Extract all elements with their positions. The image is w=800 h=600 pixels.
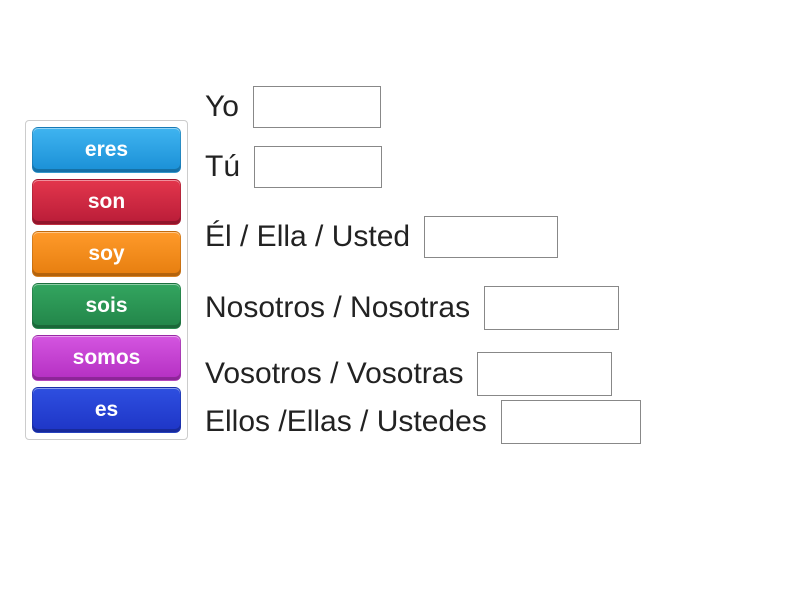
tile-somos[interactable]: somos [32,335,181,381]
prompt-label: Yo [205,92,239,122]
prompt-row-ellos: Ellos /Ellas / Ustedes [205,400,641,444]
tile-label: soy [88,242,124,266]
dropzone-nosotros[interactable] [484,286,619,330]
prompt-label: Ellos /Ellas / Ustedes [205,407,487,437]
tile-label: es [95,398,118,422]
prompt-row-vosotros: Vosotros / Vosotras [205,352,641,396]
dropzone-tu[interactable] [254,146,382,188]
tile-panel: eres son soy sois somos es [25,120,188,440]
tile-label: somos [73,346,141,370]
tile-sois[interactable]: sois [32,283,181,329]
prompts: Yo Tú Él / Ella / Usted Nosotros / Nosot… [205,86,641,444]
dropzone-el[interactable] [424,216,558,258]
dropzone-yo[interactable] [253,86,381,128]
tile-eres[interactable]: eres [32,127,181,173]
tile-label: eres [85,138,128,162]
prompt-row-tu: Tú [205,146,641,188]
prompt-row-nosotros: Nosotros / Nosotras [205,286,641,330]
tile-son[interactable]: son [32,179,181,225]
prompt-label: Tú [205,152,240,182]
dropzone-vosotros[interactable] [477,352,612,396]
prompt-row-yo: Yo [205,86,641,128]
prompt-row-el: Él / Ella / Usted [205,216,641,258]
tile-es[interactable]: es [32,387,181,433]
tile-label: son [88,190,125,214]
prompt-label: Vosotros / Vosotras [205,359,463,389]
prompt-label: Él / Ella / Usted [205,222,410,252]
prompt-label: Nosotros / Nosotras [205,293,470,323]
tile-soy[interactable]: soy [32,231,181,277]
tile-label: sois [85,294,127,318]
dropzone-ellos[interactable] [501,400,641,444]
